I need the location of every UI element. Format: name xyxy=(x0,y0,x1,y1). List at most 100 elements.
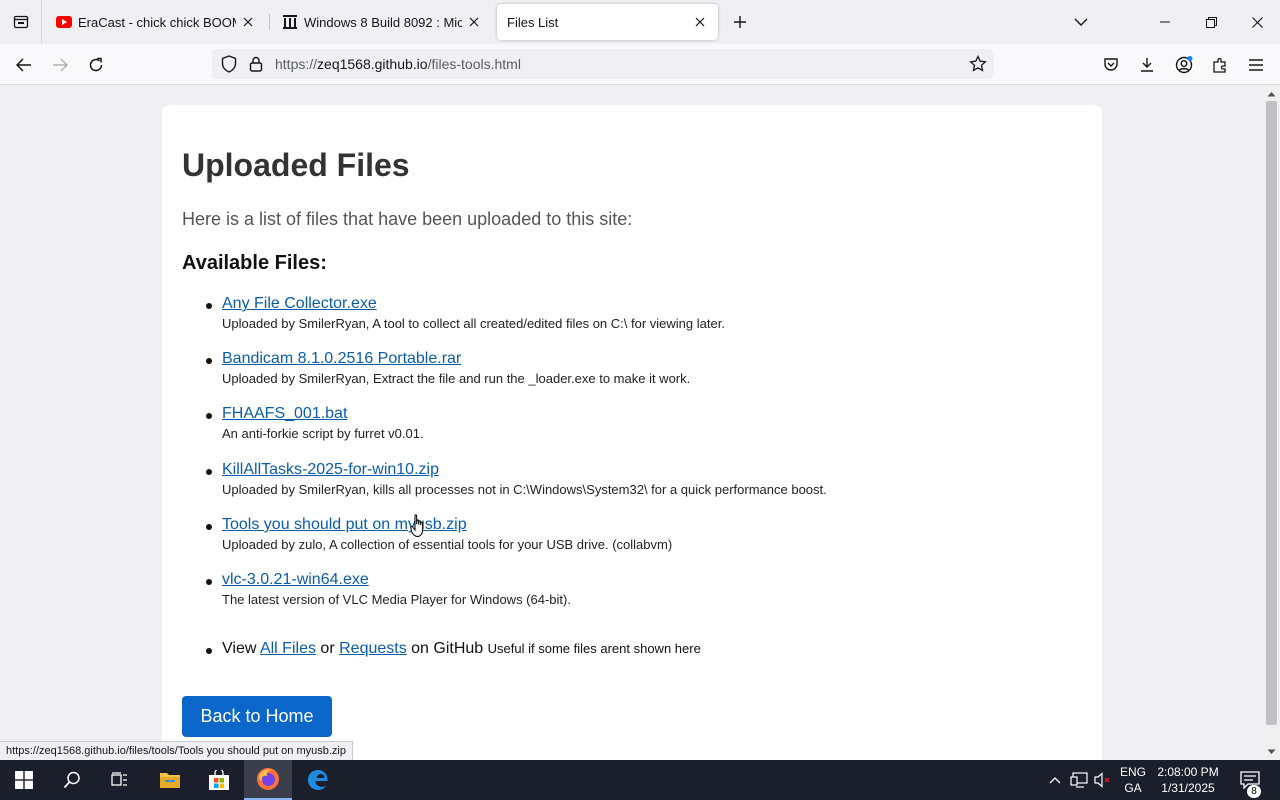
file-link[interactable]: Bandicam 8.1.0.2516 Portable.rar xyxy=(222,350,461,368)
downloads-button[interactable] xyxy=(1132,50,1162,80)
scroll-down-button[interactable] xyxy=(1263,744,1280,760)
windows-logo-icon xyxy=(15,771,33,789)
chevron-up-icon xyxy=(1267,92,1276,97)
edge-taskbar-button[interactable] xyxy=(294,760,342,800)
extensions-button[interactable] xyxy=(1205,50,1235,80)
file-description: The latest version of VLC Media Player f… xyxy=(222,592,571,607)
volume-muted-icon xyxy=(1094,772,1110,788)
firefox-view-icon xyxy=(13,15,28,29)
folder-icon xyxy=(160,773,180,788)
url-scheme: https:// xyxy=(275,56,318,72)
file-link[interactable]: Any File Collector.exe xyxy=(222,295,377,313)
pocket-icon xyxy=(1104,58,1118,71)
tab-files-list[interactable]: Files List xyxy=(497,4,718,40)
clock-time: 2:08:00 PM xyxy=(1157,765,1219,779)
app-menu-button[interactable] xyxy=(1241,50,1271,80)
chevron-up-icon xyxy=(1049,777,1061,784)
language-code: ENG xyxy=(1119,765,1146,779)
task-view-button[interactable] xyxy=(96,760,144,800)
url-text[interactable]: https://zeq1568.github.io/files-tools.ht… xyxy=(275,56,521,72)
reload-button[interactable] xyxy=(81,50,111,80)
close-icon xyxy=(1251,16,1263,28)
tab-separator xyxy=(269,14,270,30)
clock[interactable]: 2:08:00 PM 1/31/2025 xyxy=(1152,764,1224,796)
bullet xyxy=(206,469,212,475)
github-note: Useful if some files arent shown here xyxy=(487,641,701,656)
tab-strip: EraCast - chick chick BOOM: W Windows 8 … xyxy=(0,0,1280,44)
firefox-taskbar-button[interactable] xyxy=(244,760,292,800)
list-all-tabs-button[interactable] xyxy=(1068,10,1094,34)
task-view-icon xyxy=(111,772,127,786)
file-link[interactable]: vlc-3.0.21-win64.exe xyxy=(222,571,369,589)
new-tab-button[interactable] xyxy=(728,10,752,34)
view-prefix: View xyxy=(222,640,257,657)
github-links-text: View All Files or Requests on GitHub Use… xyxy=(222,640,701,658)
content-card: Uploaded Files Here is a list of files t… xyxy=(162,105,1102,760)
volume-button[interactable] xyxy=(1093,770,1113,790)
tracking-protection-icon[interactable] xyxy=(220,55,238,73)
status-link-preview: https://zeq1568.github.io/files/tools/To… xyxy=(0,741,353,760)
bullet xyxy=(206,579,212,585)
close-tab-icon[interactable] xyxy=(240,14,256,30)
bullet xyxy=(206,413,212,419)
bullet xyxy=(206,303,212,309)
tab-windows8[interactable]: Windows 8 Build 8092 : Microso xyxy=(272,4,492,40)
tab-eracast[interactable]: EraCast - chick chick BOOM: W xyxy=(46,4,266,40)
bookmark-star-icon[interactable] xyxy=(969,55,987,73)
url-path: /files-tools.html xyxy=(427,56,521,72)
chevron-down-icon xyxy=(1267,749,1276,754)
restore-icon xyxy=(1205,16,1217,28)
restore-button[interactable] xyxy=(1188,0,1234,44)
page-viewport: Uploaded Files Here is a list of files t… xyxy=(0,85,1263,760)
reload-icon xyxy=(89,57,103,72)
available-files-heading: Available Files: xyxy=(182,252,327,274)
close-tab-icon[interactable] xyxy=(466,14,482,30)
or-text: or xyxy=(320,640,335,657)
bullet xyxy=(206,358,212,364)
input-language[interactable]: ENG GA xyxy=(1116,764,1150,796)
file-description: Uploaded by zulo, A collection of essent… xyxy=(222,537,673,552)
puzzle-icon xyxy=(1213,57,1226,73)
back-to-home-button[interactable]: Back to Home xyxy=(182,696,332,737)
edge-icon xyxy=(308,770,328,790)
close-tab-icon[interactable] xyxy=(692,14,708,30)
tab-title: EraCast - chick chick BOOM: W xyxy=(78,14,236,30)
scroll-up-button[interactable] xyxy=(1263,86,1280,102)
minimize-button[interactable] xyxy=(1142,0,1188,44)
download-icon xyxy=(1141,58,1153,72)
plus-icon xyxy=(734,16,746,28)
store-button[interactable] xyxy=(195,760,243,800)
close-window-button[interactable] xyxy=(1234,0,1280,44)
network-icon xyxy=(1070,772,1088,788)
arrow-left-icon xyxy=(16,58,31,72)
start-button[interactable] xyxy=(0,760,48,800)
show-hidden-icons-button[interactable] xyxy=(1045,770,1065,790)
lock-icon[interactable] xyxy=(247,55,265,73)
page-title: Uploaded Files xyxy=(182,147,410,183)
file-description: Uploaded by SmilerRyan, kills all proces… xyxy=(222,482,827,497)
bullet xyxy=(206,648,212,654)
url-host: zeq1568.github.io xyxy=(317,56,428,72)
arrow-right-icon xyxy=(53,58,68,72)
store-bag-icon xyxy=(209,770,229,790)
back-button[interactable] xyxy=(9,50,39,80)
network-button[interactable] xyxy=(1069,770,1089,790)
address-bar[interactable]: https://zeq1568.github.io/files-tools.ht… xyxy=(212,49,994,79)
search-button[interactable] xyxy=(48,760,96,800)
forward-button[interactable] xyxy=(45,50,75,80)
file-link[interactable]: KillAllTasks-2025-for-win10.zip xyxy=(222,461,439,479)
file-explorer-button[interactable] xyxy=(146,760,194,800)
chevron-down-icon xyxy=(1074,18,1088,26)
intro-text: Here is a list of files that have been u… xyxy=(182,209,633,229)
account-button[interactable] xyxy=(1169,50,1199,80)
all-files-link[interactable]: All Files xyxy=(260,640,316,657)
file-link[interactable]: Tools you should put on myusb.zip xyxy=(222,516,467,534)
clock-date: 1/31/2025 xyxy=(1161,781,1215,795)
requests-link[interactable]: Requests xyxy=(339,640,407,657)
pocket-button[interactable] xyxy=(1096,50,1126,80)
scrollbar-thumb[interactable] xyxy=(1266,101,1277,725)
firefox-view-button[interactable] xyxy=(0,0,42,44)
file-link[interactable]: FHAAFS_001.bat xyxy=(222,405,347,423)
tab-title: Files List xyxy=(507,14,559,30)
firefox-icon xyxy=(257,768,279,790)
